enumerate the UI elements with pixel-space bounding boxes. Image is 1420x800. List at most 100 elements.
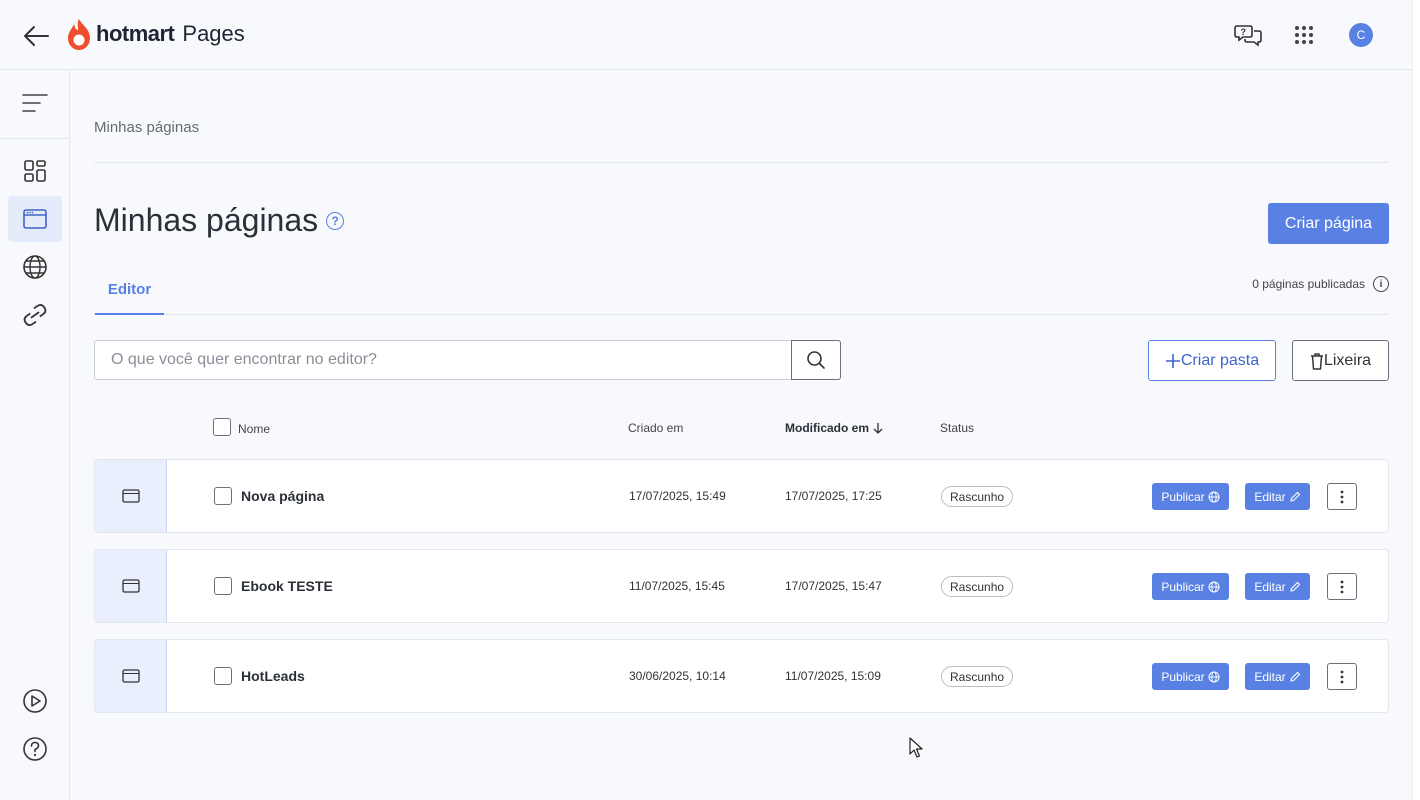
row-checkbox[interactable]: [214, 487, 232, 505]
trash-button[interactable]: Lixeira: [1292, 340, 1389, 381]
publish-button[interactable]: Publicar: [1152, 663, 1229, 690]
pencil-icon: [1290, 671, 1300, 682]
edit-button[interactable]: Editar: [1245, 483, 1310, 510]
page-name[interactable]: Ebook TESTE: [241, 578, 333, 594]
breadcrumb[interactable]: Minhas páginas: [94, 119, 199, 136]
edit-button[interactable]: Editar: [1245, 573, 1310, 600]
edit-button[interactable]: Editar: [1245, 663, 1310, 690]
status-badge: Rascunho: [941, 576, 1014, 597]
created-date: 30/06/2025, 10:14: [629, 669, 726, 683]
publish-button[interactable]: Publicar: [1152, 483, 1229, 510]
help-circle-icon: [23, 737, 47, 761]
sidebar-item-tutorials[interactable]: [8, 678, 62, 724]
menu-toggle-icon[interactable]: [18, 88, 52, 118]
top-bar: hotmart Pages ? C: [0, 0, 1412, 70]
logo-subtitle: Pages: [182, 21, 245, 46]
modified-date: 17/07/2025, 17:25: [785, 489, 882, 503]
search-icon: [807, 351, 825, 369]
column-header-status[interactable]: Status: [940, 421, 974, 435]
created-date: 17/07/2025, 15:49: [629, 489, 726, 503]
table-row[interactable]: HotLeads 30/06/2025, 10:14 11/07/2025, 1…: [94, 639, 1389, 713]
more-options-button[interactable]: [1327, 663, 1357, 690]
browser-window-icon: [121, 489, 140, 503]
create-folder-button[interactable]: Criar pasta: [1148, 340, 1276, 381]
breadcrumb-divider: [94, 162, 1389, 163]
create-page-button[interactable]: Criar página: [1268, 203, 1389, 244]
browser-window-icon: [23, 209, 47, 229]
pencil-icon: [1290, 491, 1300, 502]
hotmart-logo[interactable]: hotmart Pages: [66, 16, 245, 52]
page-thumbnail: [95, 550, 167, 622]
kebab-menu-icon: [1340, 670, 1344, 683]
page-name[interactable]: HotLeads: [241, 668, 305, 684]
apps-grid-icon[interactable]: [1288, 19, 1320, 51]
created-date: 11/07/2025, 15:45: [629, 579, 725, 593]
page-title: Minhas páginas ?: [94, 202, 345, 239]
logo-text: hotmart: [96, 21, 175, 46]
table-row[interactable]: Ebook TESTE 11/07/2025, 15:45 17/07/2025…: [94, 549, 1389, 623]
tab-editor[interactable]: Editor: [95, 266, 164, 315]
edit-label: Editar: [1254, 579, 1286, 594]
back-arrow-icon[interactable]: [20, 20, 52, 52]
info-icon[interactable]: i: [1373, 276, 1389, 292]
play-circle-icon: [23, 689, 47, 713]
sidebar-item-pages[interactable]: [8, 196, 62, 242]
publish-label: Publicar: [1161, 669, 1205, 684]
create-folder-label: Criar pasta: [1180, 351, 1260, 369]
plus-icon: [1165, 353, 1180, 368]
publish-label: Publicar: [1161, 579, 1205, 594]
sidebar-item-dashboard[interactable]: [8, 148, 62, 194]
column-header-name[interactable]: Nome: [238, 422, 270, 436]
status-badge: Rascunho: [941, 486, 1014, 507]
scrollbar[interactable]: [1412, 0, 1420, 800]
edit-label: Editar: [1254, 489, 1286, 504]
sidebar-divider: [0, 138, 70, 139]
kebab-menu-icon: [1340, 580, 1344, 593]
page-thumbnail: [95, 640, 167, 712]
browser-window-icon: [121, 579, 140, 593]
globe-icon: [1208, 491, 1220, 502]
pencil-icon: [1290, 581, 1300, 592]
more-options-button[interactable]: [1327, 483, 1357, 510]
publish-label: Publicar: [1161, 489, 1205, 504]
dashboard-icon: [24, 160, 46, 182]
kebab-menu-icon: [1340, 490, 1344, 503]
published-count: 0 páginas publicadas i: [1252, 276, 1389, 292]
avatar[interactable]: C: [1349, 23, 1373, 47]
globe-icon: [23, 255, 47, 279]
column-header-modified[interactable]: Modificado em: [785, 421, 884, 435]
column-header-modified-label: Modificado em: [785, 421, 870, 435]
page-title-text: Minhas páginas: [94, 202, 319, 238]
sidebar-item-domains[interactable]: [8, 244, 62, 290]
globe-icon: [1208, 671, 1220, 682]
mouse-cursor-icon: [909, 737, 923, 758]
page-name[interactable]: Nova página: [241, 488, 324, 504]
help-chat-icon[interactable]: ?: [1232, 19, 1264, 51]
table-row[interactable]: Nova página 17/07/2025, 15:49 17/07/2025…: [94, 459, 1389, 533]
publish-button[interactable]: Publicar: [1152, 573, 1229, 600]
flame-icon: [68, 19, 90, 50]
row-checkbox[interactable]: [214, 577, 232, 595]
arrow-down-icon: [873, 423, 883, 434]
page-thumbnail: [95, 460, 167, 532]
more-options-button[interactable]: [1327, 573, 1357, 600]
modified-date: 17/07/2025, 15:47: [785, 579, 882, 593]
sidebar-item-links[interactable]: [8, 292, 62, 338]
published-count-text: 0 páginas publicadas: [1252, 277, 1365, 291]
edit-label: Editar: [1254, 669, 1286, 684]
select-all-checkbox[interactable]: [213, 418, 231, 436]
browser-window-icon: [121, 669, 140, 683]
question-icon[interactable]: ?: [326, 211, 345, 230]
tab-bar: Editor 0 páginas publicadas i: [94, 266, 1389, 315]
search-input[interactable]: [94, 340, 792, 380]
search-button[interactable]: [791, 340, 841, 380]
row-checkbox[interactable]: [214, 667, 232, 685]
sidebar-item-help[interactable]: [8, 726, 62, 772]
column-header-created[interactable]: Criado em: [628, 421, 683, 435]
sidebar: [0, 70, 70, 800]
trash-label: Lixeira: [1323, 351, 1372, 369]
link-icon: [23, 303, 47, 327]
svg-text:?: ?: [1241, 27, 1247, 37]
main-content: Minhas páginas Minhas páginas ? Criar pá…: [94, 70, 1389, 800]
status-badge: Rascunho: [941, 666, 1014, 687]
